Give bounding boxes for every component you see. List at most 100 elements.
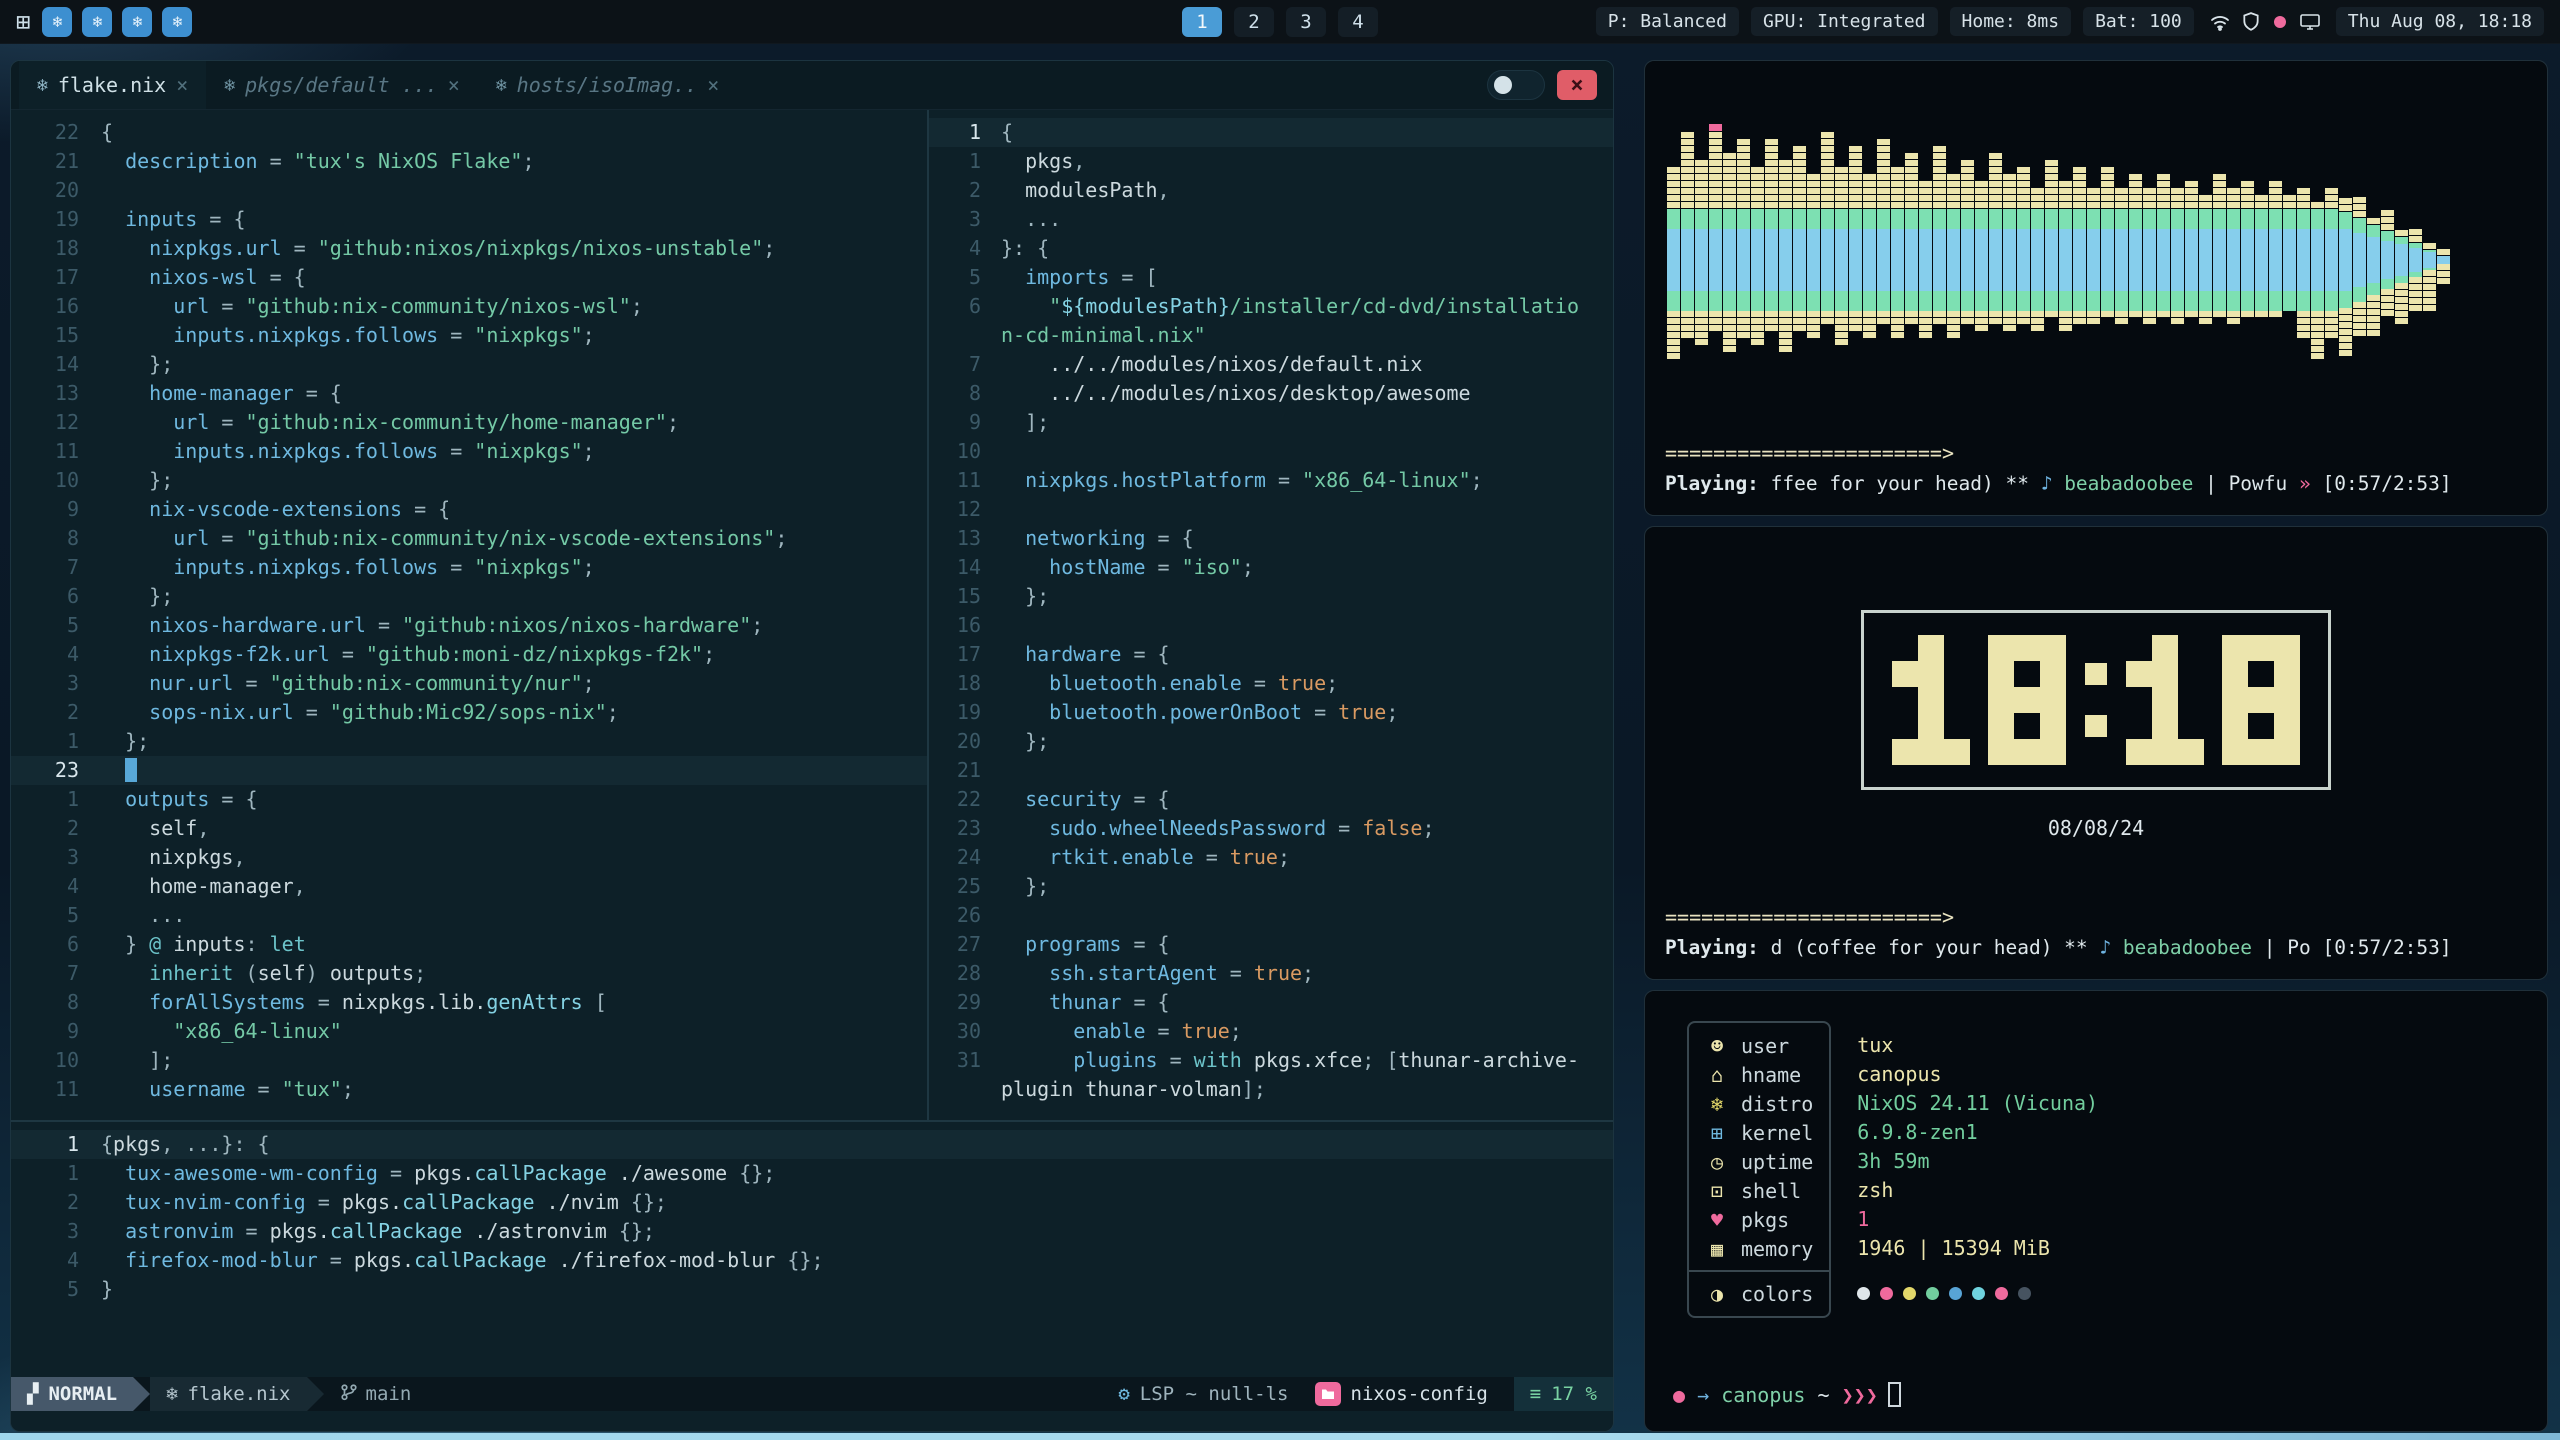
code-line[interactable]: 14 };: [11, 350, 927, 379]
code-line[interactable]: 12: [929, 495, 1613, 524]
code-line[interactable]: 23 sudo.wheelNeedsPassword = false;: [929, 814, 1613, 843]
code-line[interactable]: 19 inputs = {: [11, 205, 927, 234]
code-line[interactable]: 5 ...: [11, 901, 927, 930]
workspace-icon[interactable]: ❄: [82, 7, 112, 37]
window-close-button[interactable]: ×: [1557, 70, 1597, 100]
workspace-icon[interactable]: ❄: [42, 7, 72, 37]
code-line[interactable]: 14 hostName = "iso";: [929, 553, 1613, 582]
editor-pane-isoimage[interactable]: 1{1 pkgs,2 modulesPath,3 ...4}: {5 impor…: [929, 110, 1613, 1120]
code-line[interactable]: 10 };: [11, 466, 927, 495]
code-line[interactable]: 1 tux-awesome-wm-config = pkgs.callPacka…: [11, 1159, 1613, 1188]
code-line[interactable]: 15 inputs.nixpkgs.follows = "nixpkgs";: [11, 321, 927, 350]
tab-close-icon[interactable]: ×: [448, 73, 460, 97]
code-line[interactable]: 25 };: [929, 872, 1613, 901]
code-line[interactable]: 3 astronvim = pkgs.callPackage ./astronv…: [11, 1217, 1613, 1246]
code-line[interactable]: 12 url = "github:nix-community/home-mana…: [11, 408, 927, 437]
code-line[interactable]: 7 ../../modules/nixos/default.nix: [929, 350, 1613, 379]
code-line[interactable]: 3 ...: [929, 205, 1613, 234]
code-line[interactable]: 22 security = {: [929, 785, 1613, 814]
code-line[interactable]: 16: [929, 611, 1613, 640]
workspace-icon[interactable]: ❄: [122, 7, 152, 37]
code-line[interactable]: 16 url = "github:nix-community/nixos-wsl…: [11, 292, 927, 321]
code-line[interactable]: 2 tux-nvim-config = pkgs.callPackage ./n…: [11, 1188, 1613, 1217]
code-line[interactable]: 6 } @ inputs: let: [11, 930, 927, 959]
code-line[interactable]: 20 };: [929, 727, 1613, 756]
code-line[interactable]: 13 home-manager = {: [11, 379, 927, 408]
code-line[interactable]: 8 url = "github:nix-community/nix-vscode…: [11, 524, 927, 553]
code-line[interactable]: 5 imports = [: [929, 263, 1613, 292]
network-icon[interactable]: [2210, 12, 2230, 32]
tag-button[interactable]: 4: [1338, 7, 1378, 37]
code-line[interactable]: 3 nur.url = "github:nix-community/nur";: [11, 669, 927, 698]
code-line[interactable]: 5}: [11, 1275, 1613, 1304]
code-line[interactable]: 1 outputs = {: [11, 785, 927, 814]
code-line[interactable]: 7 inputs.nixpkgs.follows = "nixpkgs";: [11, 553, 927, 582]
editor-tab[interactable]: ❄flake.nix×: [19, 61, 206, 109]
code-line[interactable]: 11 inputs.nixpkgs.follows = "nixpkgs";: [11, 437, 927, 466]
code-line[interactable]: 13 networking = {: [929, 524, 1613, 553]
code-line[interactable]: 26: [929, 901, 1613, 930]
workspace-icon[interactable]: ❄: [162, 7, 192, 37]
code-line[interactable]: 18 bluetooth.enable = true;: [929, 669, 1613, 698]
code-line[interactable]: 22{: [11, 118, 927, 147]
code-line[interactable]: 1{pkgs, ...}: {: [11, 1130, 1613, 1159]
code-line[interactable]: 1 pkgs,: [929, 147, 1613, 176]
code-line[interactable]: 4 home-manager,: [11, 872, 927, 901]
code-line[interactable]: 9 nix-vscode-extensions = {: [11, 495, 927, 524]
tab-close-icon[interactable]: ×: [176, 73, 188, 97]
code-line[interactable]: 15 };: [929, 582, 1613, 611]
code-line[interactable]: 2 modulesPath,: [929, 176, 1613, 205]
editor-tab[interactable]: ❄pkgs/default ...×: [206, 61, 478, 109]
code-line[interactable]: 2 sops-nix.url = "github:Mic92/sops-nix"…: [11, 698, 927, 727]
code-line[interactable]: 11 nixpkgs.hostPlatform = "x86_64-linux"…: [929, 466, 1613, 495]
code-line[interactable]: 8 forAllSystems = nixpkgs.lib.genAttrs [: [11, 988, 927, 1017]
code-line[interactable]: 2 self,: [11, 814, 927, 843]
display-icon[interactable]: [2300, 13, 2320, 31]
code-line[interactable]: 29 thunar = {: [929, 988, 1613, 1017]
tag-button[interactable]: 1: [1182, 7, 1222, 37]
tab-close-icon[interactable]: ×: [707, 73, 719, 97]
editor-tab[interactable]: ❄hosts/isoImag..×: [478, 61, 738, 109]
code-line[interactable]: 3 nixpkgs,: [11, 843, 927, 872]
code-line[interactable]: 10: [929, 437, 1613, 466]
code-line[interactable]: 21 description = "tux's NixOS Flake";: [11, 147, 927, 176]
code-line[interactable]: 17 nixos-wsl = {: [11, 263, 927, 292]
terminal-prompt[interactable]: ● → canopus ~ ❯❯❯: [1671, 1382, 2521, 1407]
code-line[interactable]: 23: [11, 756, 927, 785]
code-line[interactable]: n-cd-minimal.nix": [929, 321, 1613, 350]
code-line[interactable]: 18 nixpkgs.url = "github:nixos/nixpkgs/n…: [11, 234, 927, 263]
editor-pane-pkgs-default[interactable]: 1{pkgs, ...}: {1 tux-awesome-wm-config =…: [11, 1122, 1613, 1377]
code-line[interactable]: 9 ];: [929, 408, 1613, 437]
code-line[interactable]: plugin thunar-volman];: [929, 1075, 1613, 1104]
code-line[interactable]: 1{: [929, 118, 1613, 147]
tag-button[interactable]: 2: [1234, 7, 1274, 37]
tag-button[interactable]: 3: [1286, 7, 1326, 37]
code-line[interactable]: 17 hardware = {: [929, 640, 1613, 669]
record-icon[interactable]: [2272, 14, 2288, 30]
code-line[interactable]: 6 "${modulesPath}/installer/cd-dvd/insta…: [929, 292, 1613, 321]
clock-widget[interactable]: Thu Aug 08, 18:18: [2336, 7, 2544, 36]
code-line[interactable]: 28 ssh.startAgent = true;: [929, 959, 1613, 988]
titlebar-toggle[interactable]: [1487, 70, 1545, 100]
code-line[interactable]: 9 "x86_64-linux": [11, 1017, 927, 1046]
code-line[interactable]: 4 nixpkgs-f2k.url = "github:moni-dz/nixp…: [11, 640, 927, 669]
code-line[interactable]: 24 rtkit.enable = true;: [929, 843, 1613, 872]
editor-pane-flake[interactable]: 22{21 description = "tux's NixOS Flake";…: [11, 110, 927, 1120]
code-line[interactable]: 7 inherit (self) outputs;: [11, 959, 927, 988]
code-line[interactable]: 4}: {: [929, 234, 1613, 263]
code-line[interactable]: 20: [11, 176, 927, 205]
code-line[interactable]: 31 plugins = with pkgs.xfce; [thunar-arc…: [929, 1046, 1613, 1075]
code-line[interactable]: 1 };: [11, 727, 927, 756]
code-line[interactable]: 21: [929, 756, 1613, 785]
code-line[interactable]: 4 firefox-mod-blur = pkgs.callPackage ./…: [11, 1246, 1613, 1275]
code-line[interactable]: 19 bluetooth.powerOnBoot = true;: [929, 698, 1613, 727]
shield-icon[interactable]: [2242, 12, 2260, 32]
command-line[interactable]: [11, 1411, 1613, 1431]
code-line[interactable]: 8 ../../modules/nixos/desktop/awesome: [929, 379, 1613, 408]
code-line[interactable]: 30 enable = true;: [929, 1017, 1613, 1046]
launcher-icon[interactable]: ⊞: [16, 10, 30, 34]
code-line[interactable]: 27 programs = {: [929, 930, 1613, 959]
code-line[interactable]: 5 nixos-hardware.url = "github:nixos/nix…: [11, 611, 927, 640]
code-line[interactable]: 10 ];: [11, 1046, 927, 1075]
code-line[interactable]: 6 };: [11, 582, 927, 611]
